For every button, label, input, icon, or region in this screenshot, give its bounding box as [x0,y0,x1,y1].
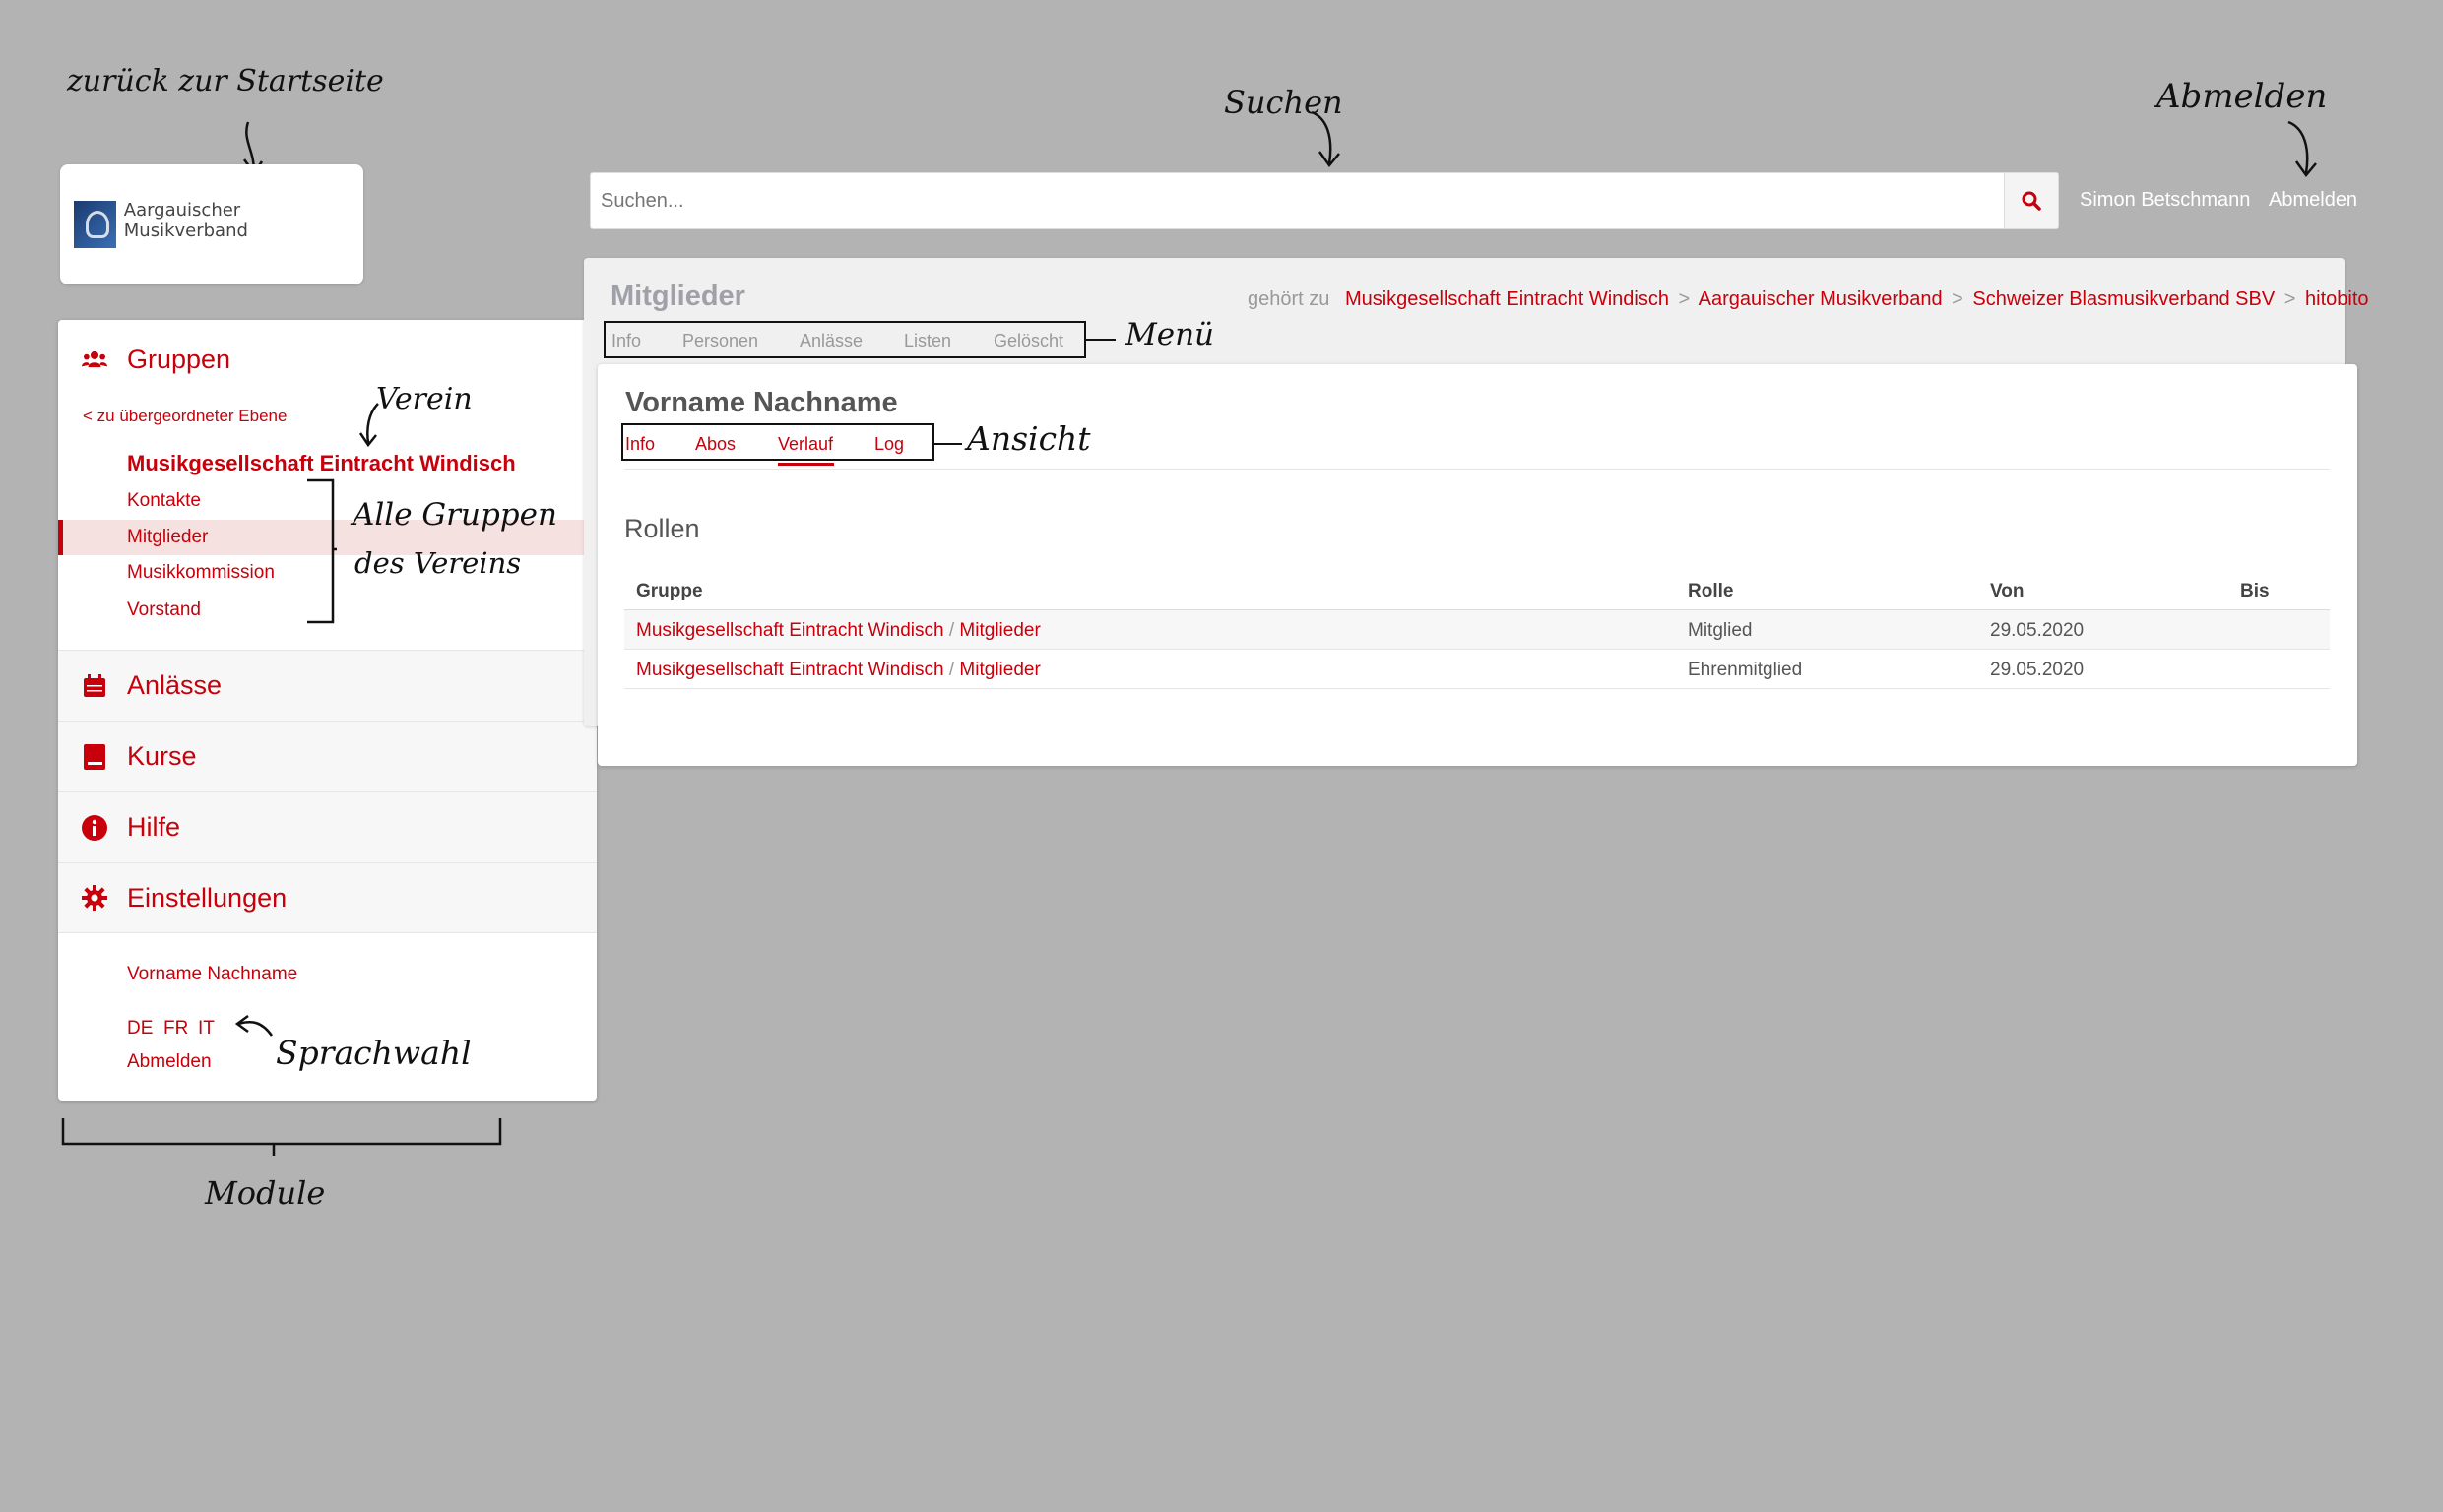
page-title: Mitglieder [611,281,745,312]
column-header-bis: Bis [2240,581,2270,601]
column-header-gruppe: Gruppe [636,581,703,601]
breadcrumb-sep: > [1952,288,1963,310]
info-icon [82,814,107,841]
tab-personen[interactable]: Personen [682,331,758,351]
divider [624,469,2330,470]
column-header-rolle: Rolle [1688,581,1734,601]
tab-info[interactable]: Info [611,331,641,351]
table-cell-von: 29.05.2020 [1990,660,2085,680]
group-link[interactable]: Musikgesellschaft Eintracht Windisch [636,660,944,680]
view-tab-abos[interactable]: Abos [695,434,736,455]
search-button[interactable] [2004,173,2058,228]
subgroup-link[interactable]: Mitglieder [959,620,1040,641]
breadcrumb-prefix: gehört zu [1248,288,1330,310]
club-name-link[interactable]: Musikgesellschaft Eintracht Windisch [127,451,516,476]
lang-fr[interactable]: FR [163,1018,188,1040]
table-cell-gruppe: Musikgesellschaft Eintracht Windisch / M… [636,660,1041,681]
tab-listen[interactable]: Listen [904,331,951,351]
sidebar: Gruppen < zu übergeordneter Ebene Musikg… [58,320,597,1101]
breadcrumb-item-4[interactable]: hitobito [2305,288,2369,310]
bracket-shape [307,478,337,624]
arrow-down-icon [1311,110,1340,168]
module-einstellungen[interactable]: Einstellungen [58,862,597,933]
module-gruppen[interactable]: Gruppen [58,338,597,381]
sidebar-logout-link[interactable]: Abmelden [127,1051,212,1073]
home-logo-link[interactable]: Aargauischer Musikverband [60,164,363,284]
path-separator: / [948,660,955,680]
group-link[interactable]: Musikgesellschaft Eintracht Windisch [636,620,944,641]
module-einstellungen-label: Einstellungen [127,882,288,913]
sidebar-item-vorstand[interactable]: Vorstand [127,599,201,621]
breadcrumb-item-3[interactable]: Schweizer Blasmusikverband SBV [1972,288,2275,310]
search-bar [590,172,2059,229]
arrow-down-icon [358,403,379,447]
table-cell-rolle: Ehrenmitglied [1688,660,1803,680]
column-header-von: Von [1990,581,2025,601]
annotation-startseite: zurück zur Startseite [67,64,384,98]
module-hilfe[interactable]: Hilfe [58,791,597,862]
calendar-icon [82,673,107,699]
table-cell-von: 29.05.2020 [1990,620,2085,641]
view-tab-info[interactable]: Info [625,434,655,455]
user-profile-link[interactable]: Vorname Nachname [127,964,297,985]
search-icon [2022,191,2041,211]
logout-link[interactable]: Abmelden [2269,189,2357,212]
annotation-abmelden: Abmelden [2156,77,2328,116]
module-kurse[interactable]: Kurse [58,721,597,791]
subgroup-link[interactable]: Mitglieder [959,660,1040,680]
logo-icon [74,201,116,248]
tab-anlaesse[interactable]: Anlässe [800,331,863,351]
breadcrumb-item-2[interactable]: Aargauischer Musikverband [1699,288,1943,310]
breadcrumb-item-1[interactable]: Musikgesellschaft Eintracht Windisch [1345,288,1669,310]
gear-icon [82,885,107,911]
book-icon [82,743,107,770]
lang-de[interactable]: DE [127,1018,153,1040]
active-tab-underline [778,463,834,466]
module-anlaesse[interactable]: Anlässe [58,650,597,721]
sidebar-item-mitglieder[interactable]: Mitglieder [127,527,208,548]
annotation-sprachwahl: Sprachwahl [276,1034,472,1072]
annotation-module: Module [205,1174,326,1212]
annotation-line [1086,339,1116,341]
table-cell-gruppe: Musikgesellschaft Eintracht Windisch / M… [636,620,1041,642]
bracket-shape [61,1118,502,1156]
annotation-alle-gruppen-2: des Vereins [354,546,522,580]
section-title: Rollen [624,514,700,543]
annotation-ansicht: Ansicht [967,419,1091,458]
breadcrumb: gehört zu Musikgesellschaft Eintracht Wi… [1248,288,2369,311]
search-input[interactable] [591,173,2004,228]
module-kurse-label: Kurse [127,741,197,771]
module-hilfe-label: Hilfe [127,812,181,842]
path-separator: / [948,620,955,641]
sidebar-item-musikkommission[interactable]: Musikkommission [127,562,275,584]
sidebar-item-kontakte[interactable]: Kontakte [127,490,201,512]
annotation-alle-gruppen-1: Alle Gruppen [353,497,557,533]
user-name-link[interactable]: Simon Betschmann [2080,189,2250,212]
tab-geloescht[interactable]: Gelöscht [994,331,1063,351]
module-gruppen-label: Gruppen [127,344,231,374]
breadcrumb-sep: > [1678,288,1691,310]
breadcrumb-sep: > [2283,288,2296,310]
lang-it[interactable]: IT [198,1018,215,1040]
logo-text: Aargauischer Musikverband [123,200,248,241]
view-tab-log[interactable]: Log [874,434,904,455]
annotation-menu: Menü [1125,317,1215,352]
annotation-line [934,443,962,445]
arrow-left-icon [234,1014,274,1037]
person-name: Vorname Nachname [625,387,898,418]
module-anlaesse-label: Anlässe [127,670,223,700]
annotation-verein: Verein [376,382,473,416]
arrow-down-icon [2287,120,2317,178]
view-tab-verlauf[interactable]: Verlauf [778,434,833,455]
back-to-parent-link[interactable]: < zu übergeordneter Ebene [83,407,287,426]
table-cell-rolle: Mitglied [1688,620,1753,641]
users-icon [82,346,107,372]
